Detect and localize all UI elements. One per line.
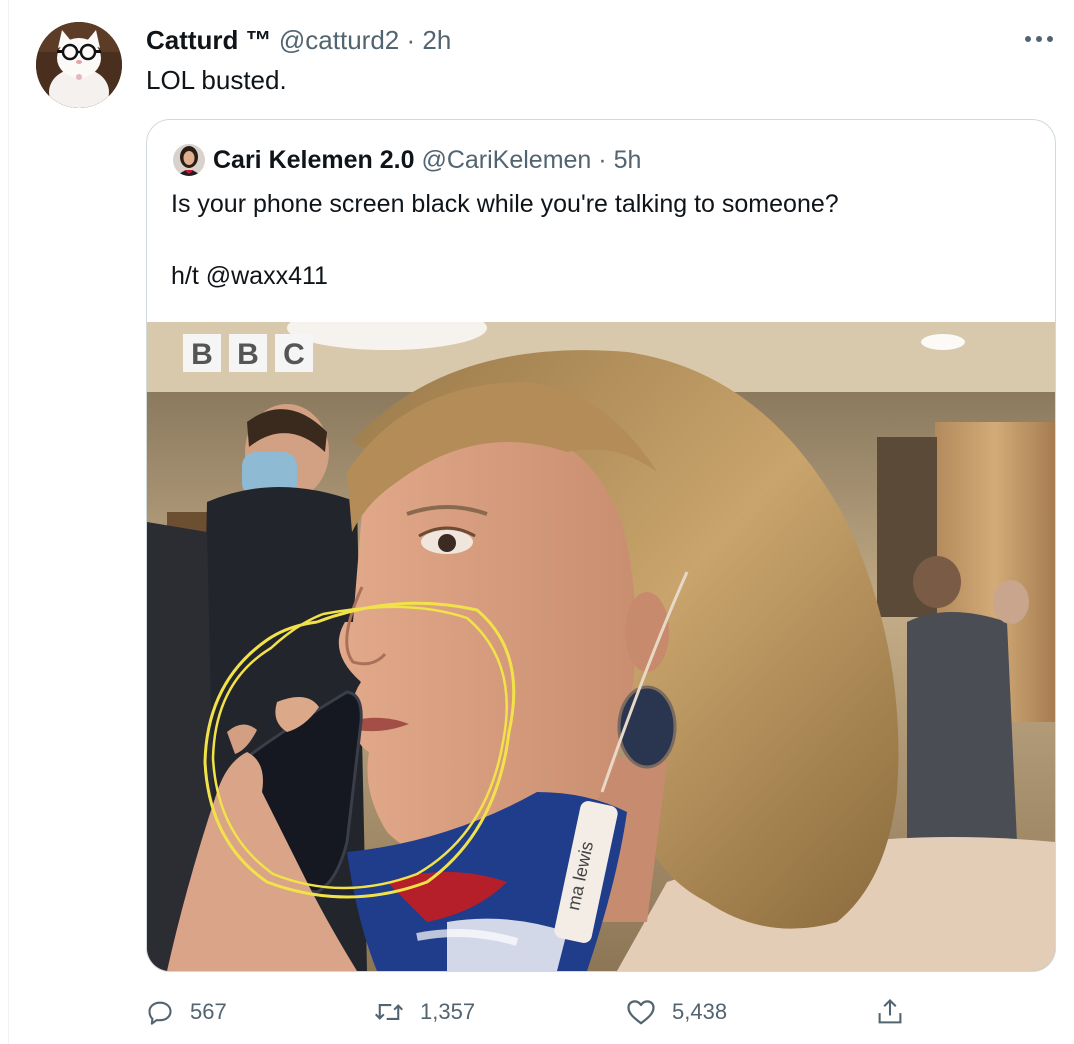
more-options-button[interactable]	[1022, 22, 1056, 56]
more-icon	[1025, 36, 1053, 42]
like-button[interactable]: 5,438	[626, 992, 727, 1032]
quoted-author-avatar[interactable]	[173, 144, 205, 176]
retweet-count: 1,357	[420, 999, 476, 1024]
timeline-border	[8, 0, 9, 1044]
share-icon	[878, 998, 902, 1024]
portrait-avatar-image	[173, 144, 205, 176]
tweet-actions: 567 1,357 5,438	[146, 992, 1054, 1032]
quoted-author-name[interactable]: Cari Kelemen 2.0	[213, 146, 415, 174]
bbc-letter-1: B	[191, 338, 213, 371]
reply-button[interactable]: 567	[146, 992, 227, 1032]
like-count: 5,438	[672, 999, 728, 1024]
quoted-tweet-time[interactable]: 5h	[614, 146, 642, 174]
header-separator: ·	[406, 25, 416, 55]
tweet-text: LOL busted.	[146, 65, 287, 95]
author-avatar[interactable]	[36, 22, 122, 108]
quoted-header-separator: ·	[598, 146, 607, 174]
video-still-image: ma lewis B B C	[147, 322, 1055, 971]
quoted-tweet-card[interactable]: Cari Kelemen 2.0 @CariKelemen · 5h Is yo…	[146, 119, 1056, 972]
author-handle[interactable]: @catturd2	[279, 25, 399, 55]
like-icon	[627, 1000, 655, 1025]
tweet-time[interactable]: 2h	[422, 25, 451, 55]
quoted-author-handle[interactable]: @CariKelemen	[421, 146, 591, 174]
bbc-watermark: B B C	[183, 334, 313, 372]
quoted-tweet-text: Is your phone screen black while you're …	[171, 190, 839, 218]
author-name[interactable]: Catturd ™	[146, 25, 272, 55]
reply-count: 567	[190, 999, 227, 1024]
retweet-icon	[374, 1004, 404, 1020]
quoted-tweet-header: Cari Kelemen 2.0 @CariKelemen · 5h	[213, 144, 641, 176]
bbc-letter-2: B	[237, 338, 259, 371]
share-button[interactable]	[876, 992, 904, 1032]
quoted-tweet-media[interactable]: ma lewis B B C	[147, 322, 1055, 971]
bbc-letter-3: C	[283, 338, 305, 371]
reply-icon	[148, 1001, 172, 1025]
tweet-header: Catturd ™ @catturd2 · 2h	[146, 24, 451, 56]
quoted-tweet-hat-tip[interactable]: h/t @waxx411	[171, 260, 328, 292]
retweet-button[interactable]: 1,357	[374, 992, 475, 1032]
cat-avatar-image	[36, 22, 122, 108]
